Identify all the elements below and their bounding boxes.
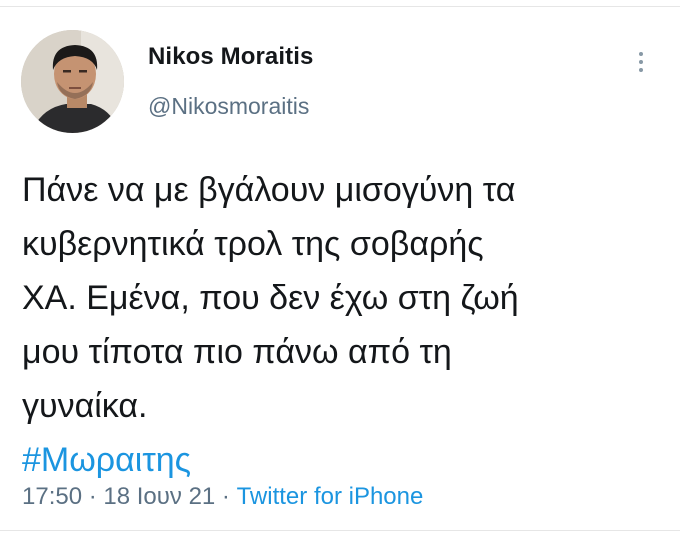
hashtag-link[interactable]: #Μωραιτης [22,441,191,479]
tweet-line: γυναίκα. [22,387,148,425]
meta-separator: · [82,483,104,510]
more-vertical-icon-dot [639,68,643,72]
avatar[interactable] [21,30,124,133]
more-vertical-icon [639,52,643,56]
author-handle[interactable]: @Nikosmoraitis [148,93,309,120]
tweet-line: κυβερνητικά τρολ της σοβαρής [22,225,484,263]
tweet-meta: 17:50 · 18 Ιουν 21 · Twitter for iPhone [22,483,423,511]
more-vertical-icon-dot [639,60,643,64]
author-name[interactable]: Nikos Moraitis [148,43,313,71]
bottom-divider [0,530,680,531]
tweet-line: ΧΑ. Εμένα, που δεν έχω στη ζωή [22,279,519,317]
tweet-date: 18 Ιουν 21 [103,483,216,510]
tweet-text: Πάνε να με βγάλουν μισογύνη τα κυβερνητι… [22,163,652,487]
top-divider [0,6,680,7]
meta-separator: · [215,483,237,510]
tweet-source-link[interactable]: Twitter for iPhone [237,483,424,510]
tweet-line: Πάνε να με βγάλουν μισογύνη τα [22,171,516,209]
avatar-photo [21,30,124,133]
tweet-time: 17:50 [22,483,83,510]
tweet-line: μου τίποτα πιο πάνω από τη [22,333,452,371]
more-options-button[interactable] [626,44,656,80]
